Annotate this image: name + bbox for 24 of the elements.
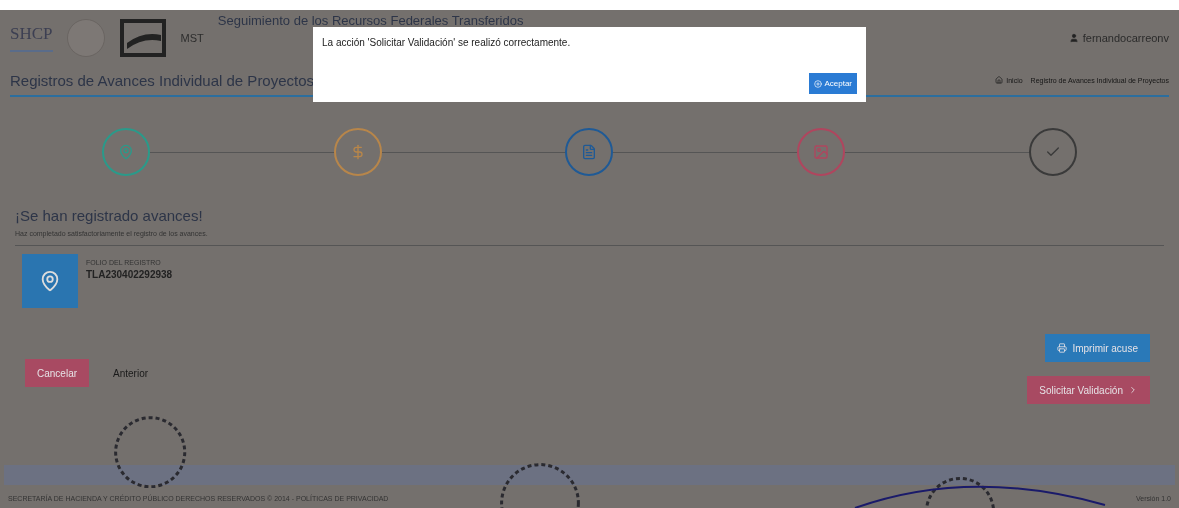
step-icon <box>581 144 598 160</box>
seal-stamp-drawing <box>924 476 996 508</box>
back-link[interactable]: Anterior <box>101 359 161 387</box>
step-icon <box>117 144 134 160</box>
app-logo-icon <box>118 18 167 57</box>
print-button[interactable]: Imprimir acuse <box>1045 334 1150 362</box>
step-icon <box>813 144 830 160</box>
agency-logo-text: SHCP <box>10 23 53 52</box>
cancel-button[interactable]: Cancelar <box>25 359 90 387</box>
page-title: Registros de Avances Individual de Proyectos <box>10 71 315 89</box>
app-title: Seguimiento de los Recursos Federales Transferidos <box>217 13 524 28</box>
accept-button[interactable]: Aceptar <box>809 73 857 94</box>
user-menu[interactable]: fernandocarreonv <box>1068 31 1169 44</box>
map-pin-icon <box>39 270 61 292</box>
user-icon <box>1068 32 1079 43</box>
submit-button[interactable]: Solicitar Validación <box>1027 376 1150 404</box>
folio-number: TLA230402292938 <box>86 269 173 280</box>
app-short-name: MST <box>180 31 204 44</box>
chevron-right-icon <box>1128 385 1138 395</box>
printer-icon <box>1057 343 1068 353</box>
success-heading: ¡Se han registrado avances! <box>15 207 204 224</box>
home-icon <box>995 76 1004 84</box>
plus-circle-icon <box>814 79 823 88</box>
dialog-message: La acción 'Solicitar Validación' se realizó correctamente. <box>322 37 572 48</box>
